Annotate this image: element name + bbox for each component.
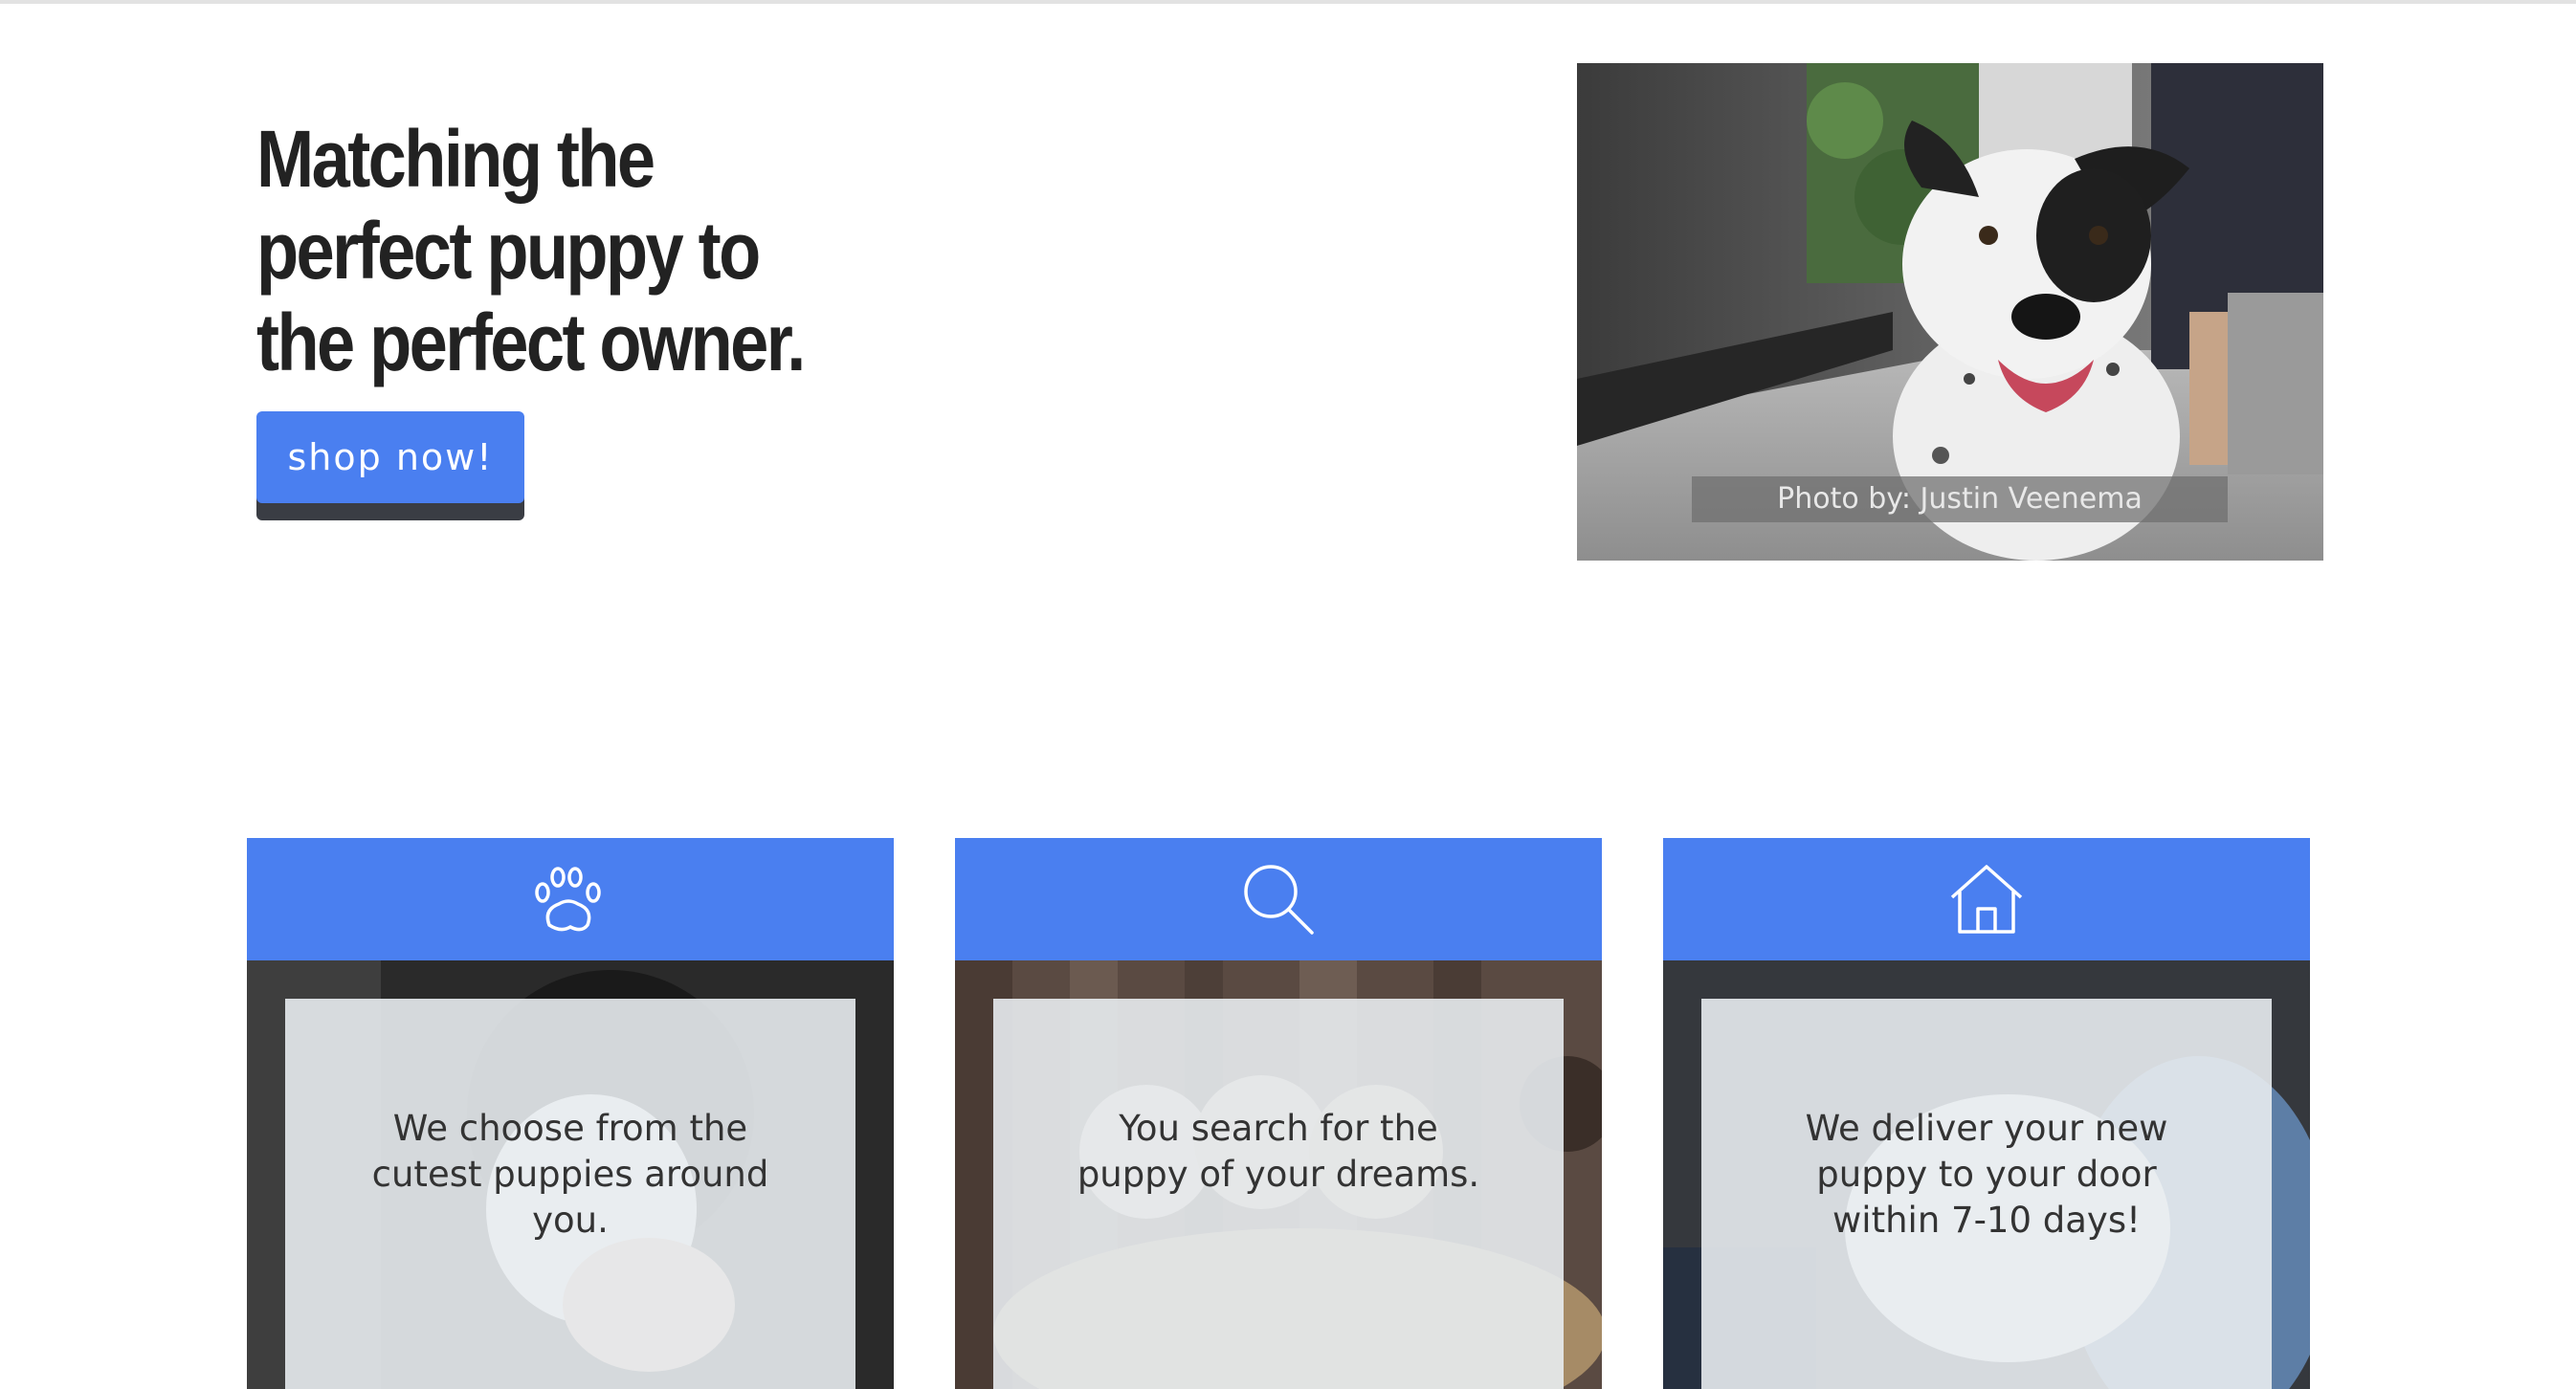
feature-card-search: You search for the puppy of your dreams. (955, 838, 1602, 1389)
feature-card-header (247, 838, 894, 960)
feature-card-text-box: You search for the puppy of your dreams. (993, 999, 1564, 1389)
home-icon (1950, 865, 2023, 934)
photo-credit: Photo by: Justin Veenema (1692, 476, 2228, 522)
feature-card-text-box: We choose from the cutest puppies around… (285, 999, 855, 1389)
shop-now-button[interactable]: shop now! (256, 411, 524, 503)
feature-card-text: We choose from the cutest puppies around… (371, 1108, 769, 1241)
feature-card-text-box: We deliver your new puppy to your door w… (1701, 999, 2272, 1389)
paw-icon (535, 867, 601, 932)
feature-card-choose: We choose from the cutest puppies around… (247, 838, 894, 1389)
feature-card-header (955, 838, 1602, 960)
feature-card-header (1663, 838, 2310, 960)
hero-title: Matching the perfect puppy to the perfec… (256, 114, 806, 387)
feature-card-deliver: We deliver your new puppy to your door w… (1663, 838, 2310, 1389)
search-icon (1244, 865, 1314, 935)
feature-card-text: We deliver your new puppy to your door w… (1805, 1108, 2168, 1241)
feature-card-text: You search for the puppy of your dreams. (1077, 1108, 1480, 1195)
hero-dog-photo: Photo by: Justin Veenema (1577, 63, 2323, 561)
top-divider (0, 0, 2576, 4)
